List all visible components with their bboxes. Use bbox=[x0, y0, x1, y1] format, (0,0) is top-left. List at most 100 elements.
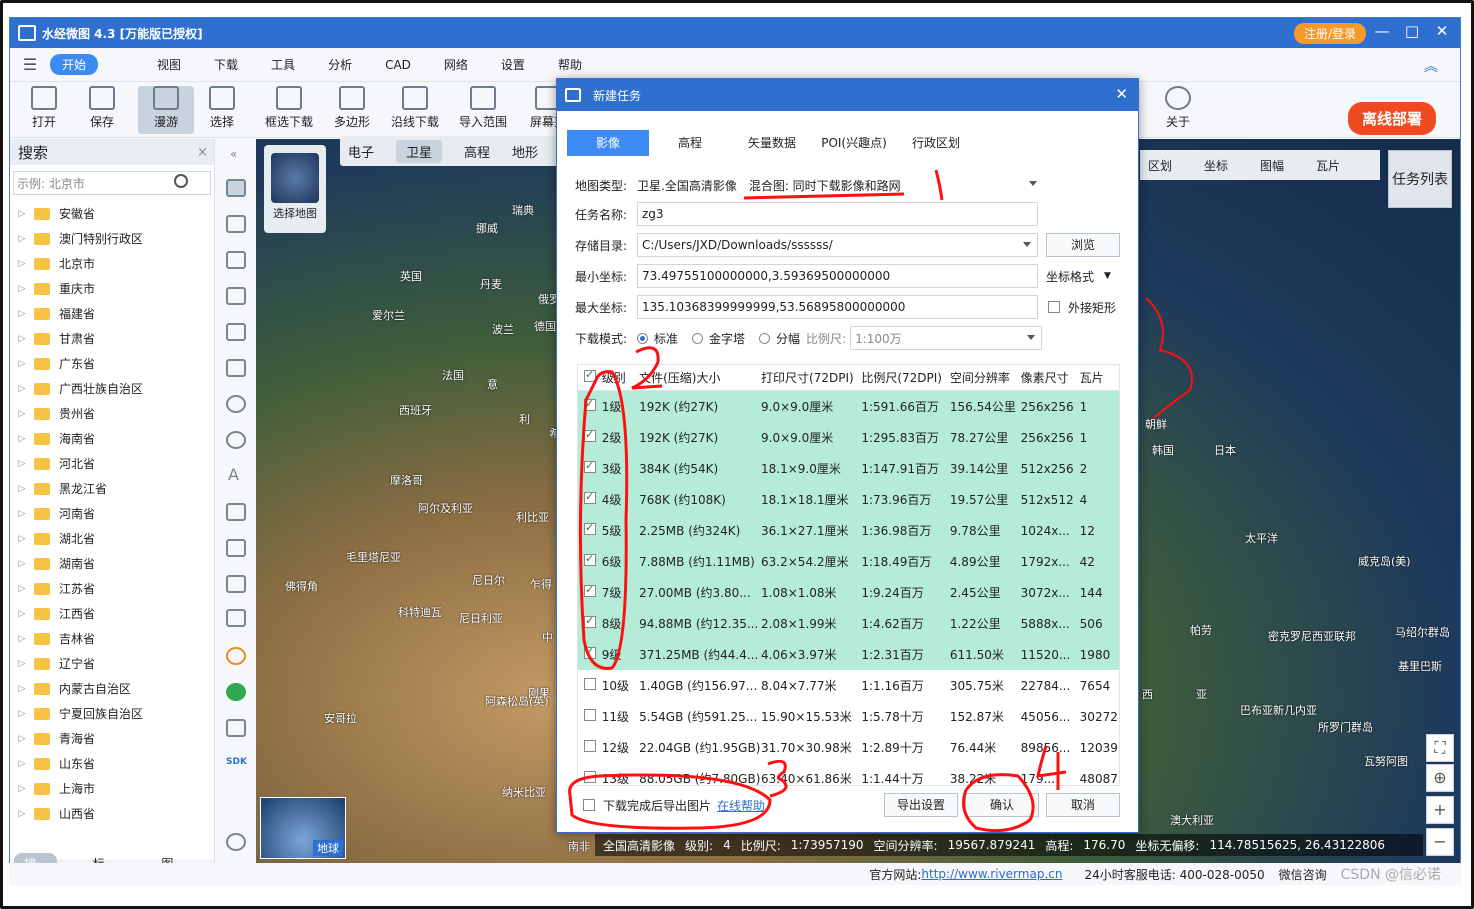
register-login-button[interactable]: 注册/登录 bbox=[1293, 23, 1366, 44]
earth-overview[interactable]: 地球 bbox=[260, 797, 346, 859]
expand-arrow-icon[interactable]: ▷ bbox=[10, 509, 34, 519]
rect-tool-icon[interactable] bbox=[226, 359, 246, 377]
box-download-button[interactable]: 框选下载 bbox=[258, 86, 320, 130]
sidebar-item[interactable]: ▷ 内蒙古自治区 bbox=[10, 676, 214, 701]
cancel-button[interactable]: 取消 bbox=[1046, 793, 1120, 817]
tab-division[interactable]: 区划 bbox=[1148, 157, 1172, 174]
sidebar-item[interactable]: ▷ 上海市 bbox=[10, 776, 214, 801]
table-row[interactable]: 2级 192K (约27K) 9.0×9.0厘米 1:295.83百万 78.27公里 2… bbox=[578, 422, 1119, 453]
table-row[interactable]: 9级 371.25MB (约44.4...4.06×3.97米 1:2.31百万 61… bbox=[578, 639, 1119, 670]
sidebar-item[interactable]: ▷ 河南省 bbox=[10, 501, 214, 526]
plugin-icon[interactable] bbox=[226, 647, 246, 665]
fullscreen-icon[interactable]: ⛶ bbox=[1426, 734, 1454, 762]
table-row[interactable]: 3级 384K (约54K) 18.1×9.0厘米 1:147.91百万 39.14公里… bbox=[578, 453, 1119, 484]
scale-select[interactable]: 1:100万 bbox=[850, 326, 1043, 350]
sidebar-item[interactable]: ▷ 福建省 bbox=[10, 301, 214, 326]
sidebar-item[interactable]: ▷ 重庆市 bbox=[10, 276, 214, 301]
polygon-tool-icon[interactable] bbox=[226, 323, 246, 341]
about-button[interactable]: 关于 bbox=[1150, 86, 1206, 130]
expand-arrow-icon[interactable]: ▷ bbox=[10, 334, 34, 344]
level-checkbox[interactable] bbox=[584, 614, 596, 628]
online-help-link[interactable]: 在线帮助 bbox=[717, 797, 765, 814]
expand-sidebar-icon[interactable]: « bbox=[230, 147, 237, 161]
menu-view[interactable]: 视图 bbox=[157, 56, 181, 73]
dialog-close-icon[interactable]: ✕ bbox=[1115, 85, 1128, 103]
tab-electronic[interactable]: 电子 bbox=[348, 142, 374, 161]
max-coord-input[interactable]: 135.10368399999999,53.56895800000000 bbox=[637, 295, 1038, 319]
task-list-button[interactable]: 任务列表 bbox=[1388, 150, 1452, 208]
menu-analysis[interactable]: 分析 bbox=[328, 56, 352, 73]
coord-format-select[interactable]: 坐标格式 bbox=[1046, 268, 1094, 285]
menu-tools[interactable]: 工具 bbox=[271, 56, 295, 73]
table-row[interactable]: 12级 22.04GB (约1.95GB) 31.70×30.98米 1:2.89十万… bbox=[578, 732, 1119, 763]
expand-arrow-icon[interactable]: ▷ bbox=[10, 584, 34, 594]
sidebar-item[interactable]: ▷ 山西省 bbox=[10, 801, 214, 826]
help-icon[interactable] bbox=[226, 833, 246, 851]
tab-elevation-data[interactable]: 高程 bbox=[649, 130, 731, 156]
expand-arrow-icon[interactable]: ▷ bbox=[10, 209, 34, 219]
menu-settings[interactable]: 设置 bbox=[501, 56, 525, 73]
tab-coordinate[interactable]: 坐标 bbox=[1204, 157, 1228, 174]
menu-network[interactable]: 网络 bbox=[444, 56, 468, 73]
expand-arrow-icon[interactable]: ▷ bbox=[10, 384, 34, 394]
sidebar-item[interactable]: ▷ 甘肃省 bbox=[10, 326, 214, 351]
search-icon[interactable] bbox=[174, 174, 188, 188]
table-row[interactable]: 7级 27.00MB (约3.80... 1.08×1.08米 1:9.24百万 2.4… bbox=[578, 577, 1119, 608]
menu-download[interactable]: 下载 bbox=[214, 56, 238, 73]
sidebar-item[interactable]: ▷ 青海省 bbox=[10, 726, 214, 751]
sidebar-close-icon[interactable]: × bbox=[197, 145, 208, 160]
menu-help[interactable]: 帮助 bbox=[558, 56, 582, 73]
level-checkbox[interactable] bbox=[584, 552, 596, 566]
tool-icon[interactable] bbox=[226, 683, 246, 701]
expand-arrow-icon[interactable]: ▷ bbox=[10, 559, 34, 569]
select-all-checkbox[interactable] bbox=[584, 368, 596, 382]
table-row[interactable]: 5级 2.25MB (约324K) 36.1×27.1厘米 1:36.98百万 9.78… bbox=[578, 515, 1119, 546]
select-map-button[interactable]: 选择地图 bbox=[264, 145, 326, 233]
sidebar-item[interactable]: ▷ 山东省 bbox=[10, 751, 214, 776]
browse-button[interactable]: 浏览 bbox=[1046, 233, 1120, 257]
pan-button[interactable]: 漫游 bbox=[138, 86, 194, 134]
level-checkbox[interactable] bbox=[584, 740, 596, 752]
expand-arrow-icon[interactable]: ▷ bbox=[10, 359, 34, 369]
measure-length-icon[interactable] bbox=[226, 503, 246, 521]
sdk-icon[interactable]: SDK bbox=[226, 757, 247, 767]
sidebar-item[interactable]: ▷ 江苏省 bbox=[10, 576, 214, 601]
polygon-button[interactable]: 多边形 bbox=[324, 86, 380, 130]
table-row[interactable]: 6级 7.88MB (约1.11MB) 63.2×54.2厘米 1:18.49百万 4.… bbox=[578, 546, 1119, 577]
hamburger-icon[interactable]: ☰ bbox=[10, 55, 50, 74]
sidebar-item[interactable]: ▷ 湖北省 bbox=[10, 526, 214, 551]
level-checkbox[interactable] bbox=[584, 678, 596, 690]
level-checkbox[interactable] bbox=[584, 521, 596, 535]
minimize-icon[interactable]: — bbox=[1370, 22, 1394, 40]
mobile-icon[interactable] bbox=[226, 719, 246, 737]
search-input[interactable]: 示例: 北京市 bbox=[13, 171, 211, 195]
table-row[interactable]: 8级 94.88MB (约12.35...2.08×1.99米 1:4.62百万 1.… bbox=[578, 608, 1119, 639]
locate-icon[interactable]: ⊕ bbox=[1426, 764, 1454, 792]
level-checkbox[interactable] bbox=[584, 645, 596, 659]
sidebar-item[interactable]: ▷ 宁夏回族自治区 bbox=[10, 701, 214, 726]
select-button[interactable]: 选择 bbox=[194, 86, 250, 130]
sidebar-item[interactable]: ▷ 海南省 bbox=[10, 426, 214, 451]
menu-cad[interactable]: CAD bbox=[385, 58, 411, 72]
sidebar-item[interactable]: ▷ 广东省 bbox=[10, 351, 214, 376]
tab-terrain[interactable]: 地形 bbox=[512, 142, 538, 161]
expand-arrow-icon[interactable]: ▷ bbox=[10, 659, 34, 669]
tab-sheet[interactable]: 图幅 bbox=[1260, 157, 1284, 174]
sidebar-item[interactable]: ▷ 江西省 bbox=[10, 601, 214, 626]
sector-tool-icon[interactable] bbox=[226, 431, 246, 449]
table-row[interactable]: 4级 768K (约108K) 18.1×18.1厘米 1:73.96百万 19.57公… bbox=[578, 484, 1119, 515]
sidebar-item[interactable]: ▷ 广西壮族自治区 bbox=[10, 376, 214, 401]
pan-tool-icon[interactable] bbox=[226, 179, 246, 197]
tab-poi[interactable]: POI(兴趣点) bbox=[813, 130, 895, 156]
task-name-input[interactable]: zg3 bbox=[637, 202, 1038, 226]
expand-arrow-icon[interactable]: ▷ bbox=[10, 709, 34, 719]
point-tool-icon[interactable] bbox=[226, 251, 246, 269]
level-checkbox[interactable] bbox=[584, 583, 596, 597]
tab-elevation[interactable]: 高程 bbox=[464, 142, 490, 161]
level-checkbox[interactable] bbox=[584, 459, 596, 473]
sidebar-item[interactable]: ▷ 澳门特别行政区 bbox=[10, 226, 214, 251]
sidebar-item[interactable]: ▷ 北京市 bbox=[10, 251, 214, 276]
menu-start[interactable]: 开始 bbox=[50, 54, 99, 75]
tab-imagery[interactable]: 影像 bbox=[567, 130, 649, 156]
confirm-button[interactable]: 确认 bbox=[965, 793, 1039, 817]
